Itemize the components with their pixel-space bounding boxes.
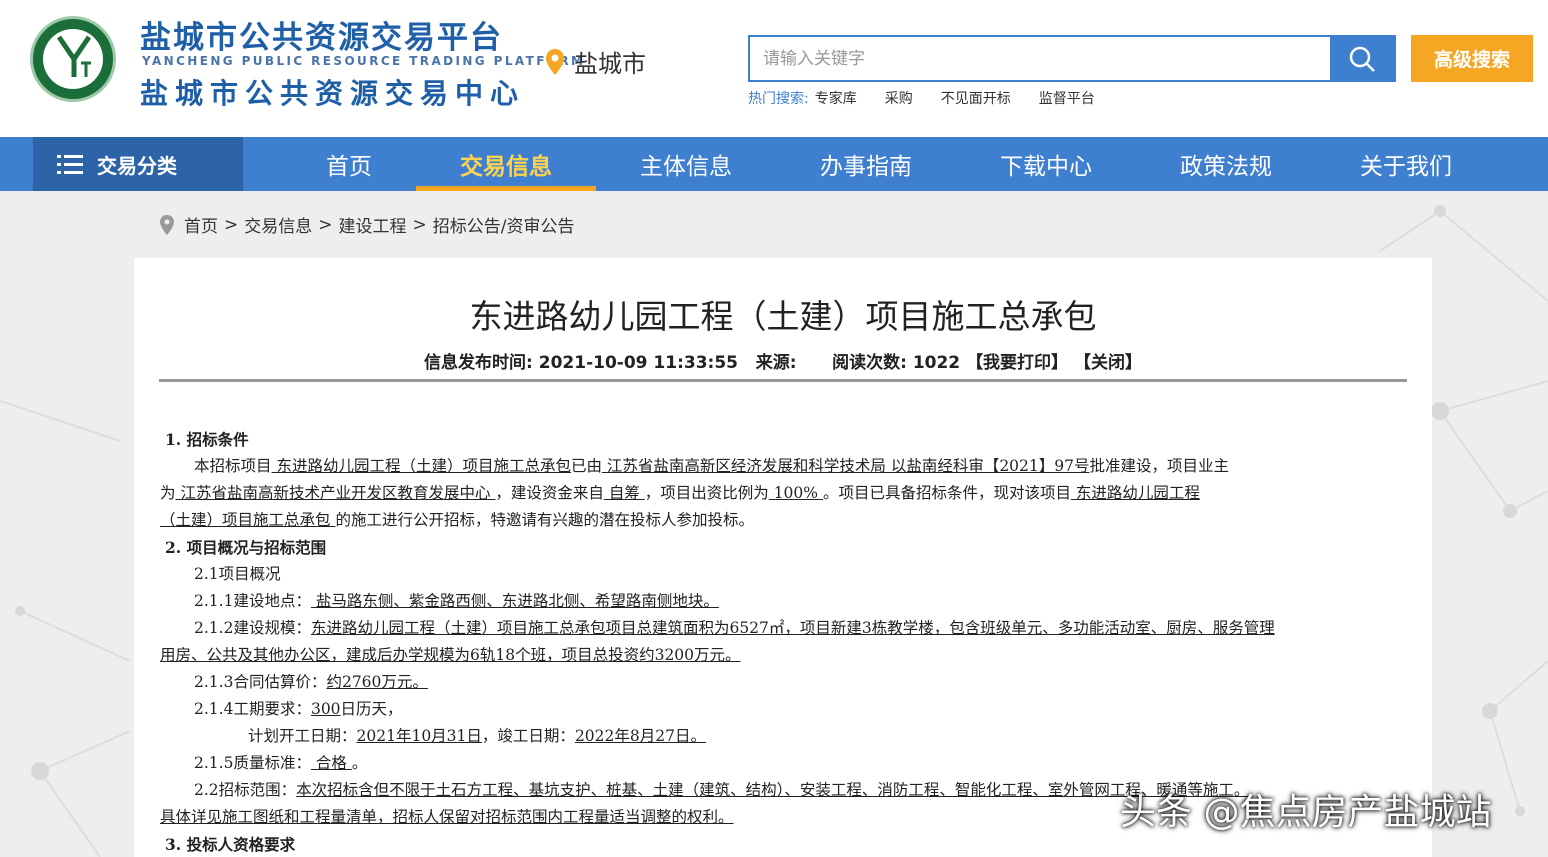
read-count: 1022: [912, 353, 961, 373]
location-pin-icon: [160, 214, 174, 235]
city-name: 盐城市: [574, 50, 646, 78]
section-heading: 2. 项目概况与招标范围: [165, 538, 327, 557]
title-divider: [159, 379, 1407, 382]
hot-keyword-link[interactable]: 专家库: [815, 88, 857, 108]
hot-keyword-link[interactable]: 不见面开标: [941, 88, 1011, 108]
paragraph: 本招标项目 东进路幼儿园工程（土建）项目施工总承包已由 江苏省盐南高新区经济发展…: [194, 457, 1230, 475]
breadcrumb-home[interactable]: 首页: [184, 212, 218, 237]
advanced-search-button[interactable]: 高级搜索: [1411, 35, 1533, 82]
paragraph: 2.1.3合同估算价：约2760万元。: [194, 673, 428, 691]
read-count-label: 阅读次数:: [832, 353, 907, 373]
source-label: 来源:: [755, 353, 797, 373]
category-menu-label: 交易分类: [97, 153, 177, 178]
category-menu-button[interactable]: 交易分类: [33, 137, 243, 191]
nav-item-trading-info[interactable]: 交易信息: [416, 137, 596, 191]
location-pin-icon: [546, 48, 564, 75]
paragraph: 为 江苏省盐南高新技术产业开发区教育发展中心 ，建设资金来自 自筹 ，项目出资比…: [160, 484, 1200, 502]
article-meta: 信息发布时间: 2021-10-09 11:33:55 来源: 阅读次数: 10…: [134, 348, 1432, 373]
search-icon: [1349, 46, 1375, 72]
close-button[interactable]: 【关闭】: [1074, 353, 1142, 373]
site-logo[interactable]: [30, 16, 116, 102]
paragraph: 2.1项目概况: [194, 565, 281, 583]
city-selector[interactable]: 盐城市: [546, 44, 646, 79]
watermark-text: 头条 @焦点房产盐城站: [1120, 792, 1492, 833]
search-button[interactable]: [1330, 37, 1394, 80]
breadcrumb-trading-info[interactable]: 交易信息: [244, 212, 312, 237]
brand-title-cn: 盐城市公共资源交易平台: [140, 20, 503, 56]
breadcrumb-separator: >: [318, 214, 333, 235]
section-heading: 1. 招标条件: [165, 430, 249, 449]
paragraph: 计划开工日期：2021年10月31日，竣工日期：2022年8月27日。: [248, 727, 706, 745]
logo-mark-icon: [56, 35, 92, 77]
nav-item-entity-info[interactable]: 主体信息: [596, 137, 776, 191]
breadcrumb: 首页 > 交易信息 > 建设工程 > 招标公告/资审公告: [160, 212, 574, 237]
hot-keyword-link[interactable]: 监督平台: [1039, 88, 1095, 108]
nav-item-policy[interactable]: 政策法规: [1136, 137, 1316, 191]
nav-item-downloads[interactable]: 下载中心: [956, 137, 1136, 191]
paragraph: 2.1.1建设地点： 盐马路东侧、紫金路西侧、东进路北侧、希望路南侧地块。: [194, 592, 719, 610]
hot-search-bar: 热门搜索: 专家库 采购 不见面开标 监督平台: [748, 88, 1123, 108]
search-input[interactable]: [750, 37, 1332, 80]
breadcrumb-separator: >: [412, 214, 427, 235]
hot-keyword-link[interactable]: 采购: [885, 88, 913, 108]
site-header: 盐城市公共资源交易平台 YANCHENG PUBLIC RESOURCE TRA…: [0, 0, 1548, 137]
nav-item-guide[interactable]: 办事指南: [776, 137, 956, 191]
hot-search-label: 热门搜索:: [748, 91, 809, 107]
search-box: [748, 35, 1396, 82]
paragraph: 2.1.2建设规模：东进路幼儿园工程（土建）项目施工总承包项目总建筑面积为652…: [194, 619, 1275, 637]
main-nav: 交易分类 首页 交易信息 主体信息 办事指南 下载中心 政策法规 关于我们: [0, 137, 1548, 191]
paragraph: 2.1.4工期要求：300日历天，: [194, 700, 403, 718]
publish-time: 2021-10-09 11:33:55: [538, 353, 738, 373]
paragraph: 用房、公共及其他办公区，建成后办学规模为6轨18个班，项目总投资约3200万元。: [160, 646, 741, 664]
print-button[interactable]: 【我要打印】: [966, 353, 1068, 373]
nav-item-home[interactable]: 首页: [259, 137, 439, 191]
publish-time-label: 信息发布时间:: [424, 353, 533, 373]
brand-title-en: YANCHENG PUBLIC RESOURCE TRADING PLATFOR…: [142, 54, 586, 68]
menu-list-icon: [57, 155, 83, 174]
article-title: 东进路幼儿园工程（土建）项目施工总承包: [469, 297, 1097, 336]
paragraph: 2.1.5质量标准： 合格 。: [194, 754, 368, 772]
nav-item-about[interactable]: 关于我们: [1316, 137, 1496, 191]
article-card: 东进路幼儿园工程（土建）项目施工总承包 信息发布时间: 2021-10-09 1…: [134, 258, 1432, 857]
paragraph: （土建）项目施工总承包 的施工进行公开招标，特邀请有兴趣的潜在投标人参加投标。: [160, 511, 754, 529]
breadcrumb-separator: >: [224, 214, 239, 235]
breadcrumb-current[interactable]: 招标公告/资审公告: [433, 212, 575, 237]
breadcrumb-construction[interactable]: 建设工程: [339, 212, 407, 237]
brand-subtitle-cn: 盐城市公共资源交易中心: [140, 77, 526, 110]
